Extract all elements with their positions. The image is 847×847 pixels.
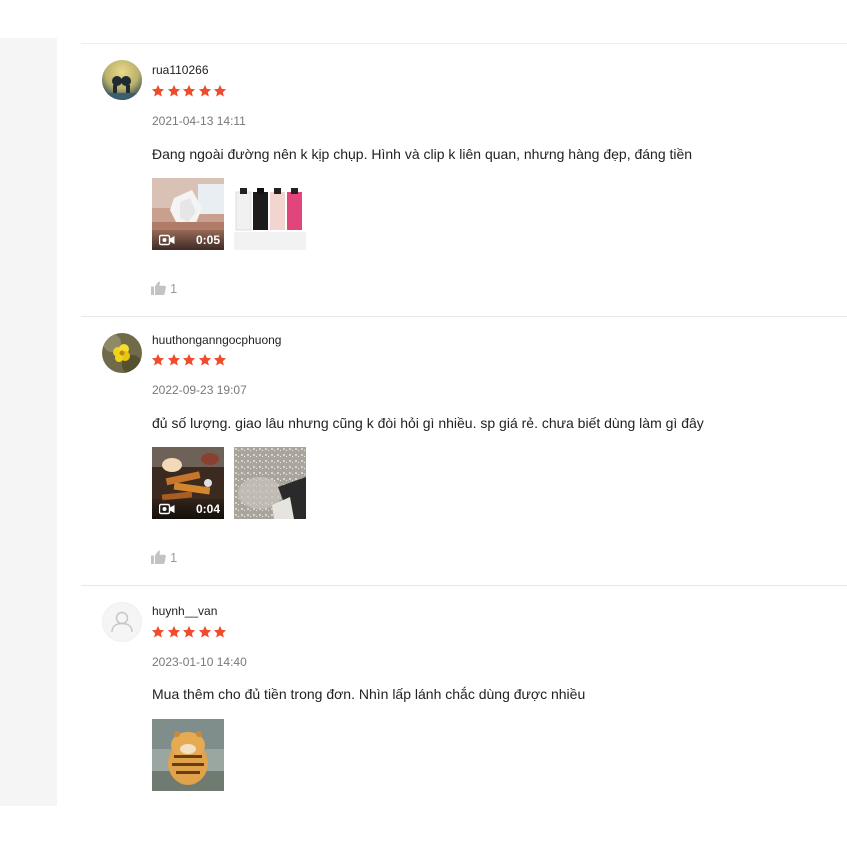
- review-comment: Đang ngoài đường nên k kịp chụp. Hình và…: [152, 146, 693, 162]
- left-gutter: [0, 38, 57, 806]
- star-icon: [151, 84, 167, 98]
- review-image-thumbnail[interactable]: [234, 178, 306, 250]
- review-item: huuthonganngocphuong 2022-09-23 19:07 đủ…: [81, 317, 847, 586]
- like-count: 1: [170, 549, 178, 565]
- rating-stars: [151, 625, 229, 639]
- review-image-thumbnail[interactable]: [234, 447, 306, 519]
- video-camera-icon: [159, 234, 175, 246]
- star-icon: [151, 625, 167, 639]
- video-overlay: 0:04: [152, 499, 224, 519]
- star-icon: [182, 625, 198, 639]
- video-overlay: 0:05: [152, 230, 224, 250]
- default-user-icon: [102, 602, 142, 642]
- review-item: rua110266 2021-04-13 14:11 Đang ngoài đư…: [81, 44, 847, 317]
- video-duration: 0:04: [195, 502, 220, 516]
- star-icon: [151, 353, 167, 367]
- review-timestamp: 2023-01-10 14:40: [152, 655, 247, 669]
- video-camera-icon: [159, 503, 175, 515]
- review-image-thumbnail[interactable]: [152, 719, 224, 791]
- star-icon: [213, 625, 229, 639]
- star-icon: [167, 625, 183, 639]
- review-video-thumbnail[interactable]: 0:05: [152, 178, 224, 250]
- avatar[interactable]: [102, 602, 142, 642]
- thumbs-up-icon: [151, 281, 166, 295]
- thumbs-up-icon: [151, 550, 166, 564]
- star-icon: [167, 84, 183, 98]
- like-count: 1: [170, 280, 178, 296]
- review-comment: Mua thêm cho đủ tiền trong đơn. Nhìn lấp…: [152, 686, 586, 702]
- star-icon: [198, 625, 214, 639]
- avatar[interactable]: [102, 333, 142, 373]
- like-button[interactable]: 1: [151, 280, 177, 296]
- star-icon: [213, 84, 229, 98]
- star-icon: [198, 84, 214, 98]
- review-username[interactable]: huuthonganngocphuong: [152, 333, 281, 347]
- review-username[interactable]: huynh__van: [152, 604, 217, 618]
- review-username[interactable]: rua110266: [152, 63, 209, 77]
- review-timestamp: 2021-04-13 14:11: [152, 114, 246, 128]
- star-icon: [182, 353, 198, 367]
- video-duration: 0:05: [195, 233, 220, 247]
- review-video-thumbnail[interactable]: 0:04: [152, 447, 224, 519]
- like-button[interactable]: 1: [151, 549, 177, 565]
- star-icon: [167, 353, 183, 367]
- review-comment: đủ số lượng. giao lâu nhưng cũng k đòi h…: [152, 415, 704, 431]
- star-icon: [213, 353, 229, 367]
- star-icon: [198, 353, 214, 367]
- avatar[interactable]: [102, 60, 142, 100]
- review-timestamp: 2022-09-23 19:07: [152, 383, 247, 397]
- review-item: huynh__van 2023-01-10 14:40 Mua thêm cho…: [81, 586, 847, 806]
- rating-stars: [151, 84, 229, 98]
- star-icon: [182, 84, 198, 98]
- rating-stars: [151, 353, 229, 367]
